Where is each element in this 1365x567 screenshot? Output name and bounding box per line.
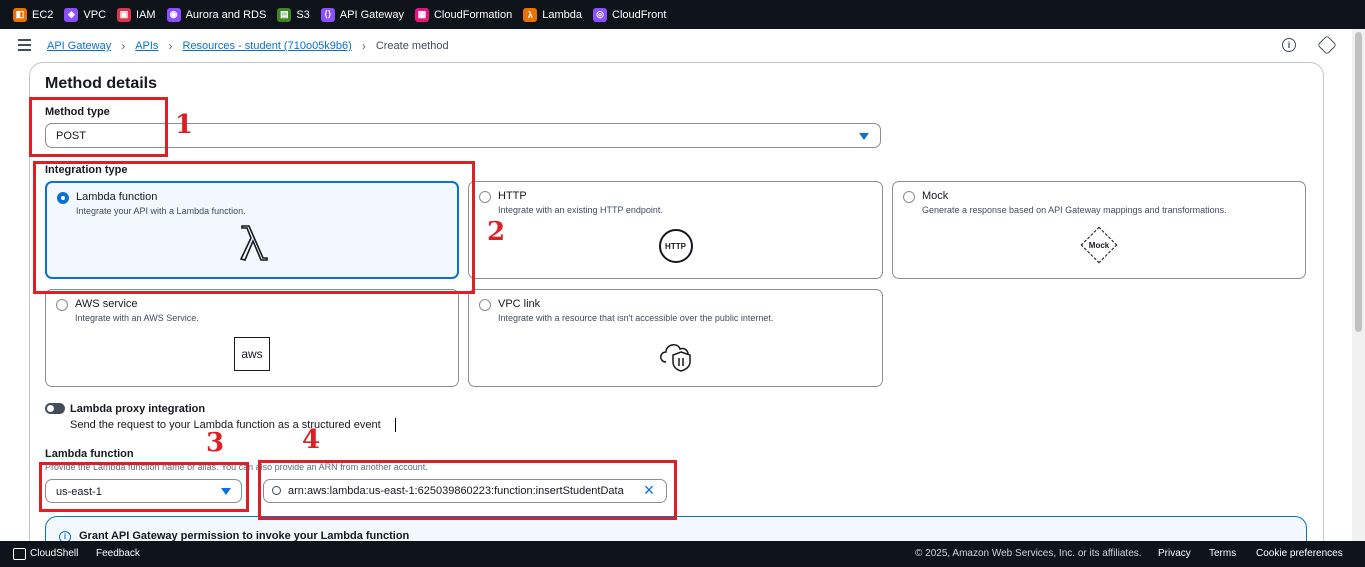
annotation-number-3: 3 [206, 428, 225, 458]
cloudformation-icon: ▦ [414, 7, 429, 22]
privacy-link[interactable]: Privacy [1158, 548, 1191, 559]
breadcrumb-api-gateway[interactable]: API Gateway [47, 40, 111, 52]
tile-aws-service[interactable]: AWS service Integrate with an AWS Servic… [45, 289, 459, 387]
vpc-icon: ◈ [64, 7, 79, 22]
service-cloudfront[interactable]: ◎ CloudFront [593, 7, 666, 22]
annotation-box-2 [33, 161, 475, 294]
tile-vpc-link[interactable]: VPC link Integrate with a resource that … [468, 289, 883, 387]
service-api-gateway[interactable]: ⟨⟩ API Gateway [320, 7, 404, 22]
breadcrumb-apis[interactable]: APIs [135, 40, 158, 52]
aws-icon: aws [234, 337, 270, 371]
annotation-number-2: 2 [487, 217, 506, 247]
radio-http[interactable] [479, 191, 491, 203]
s3-icon: ▤ [277, 7, 292, 22]
service-vpc[interactable]: ◈ VPC [64, 7, 106, 22]
annotation-box-3 [39, 462, 249, 512]
annotation-box-1 [29, 97, 168, 157]
cloudshell-link[interactable]: CloudShell [30, 548, 78, 559]
menu-icon[interactable] [18, 39, 31, 51]
vpc-link-icon [656, 334, 696, 377]
lambda-function-label: Lambda function [45, 448, 134, 460]
breadcrumb-resources[interactable]: Resources - student (710o05k9b6) [182, 40, 351, 52]
annotation-number-4: 4 [302, 425, 321, 455]
feedback-link[interactable]: Feedback [96, 548, 140, 559]
annotation-number-1: 1 [175, 110, 194, 140]
annotation-box-4 [258, 460, 677, 520]
tile-http[interactable]: HTTP Integrate with an existing HTTP end… [468, 181, 883, 279]
breadcrumb-current: Create method [375, 40, 449, 52]
radio-aws-service[interactable] [56, 299, 68, 311]
scrollbar[interactable] [1352, 29, 1365, 541]
copyright-text: © 2025, Amazon Web Services, Inc. or its… [915, 548, 1142, 559]
service-s3[interactable]: ▤ S3 [277, 7, 310, 22]
page-title: Method details [45, 75, 158, 92]
radio-vpc-link[interactable] [479, 299, 491, 311]
breadcrumb-bar: API Gateway › APIs › Resources - student… [0, 29, 1352, 62]
service-rds[interactable]: ◉ Aurora and RDS [166, 7, 266, 22]
iam-icon: ▣ [117, 7, 132, 22]
caret-down-icon [859, 133, 869, 140]
ec2-icon: ◧ [13, 7, 27, 22]
chevron-right-icon: › [361, 39, 366, 53]
method-type-select[interactable]: POST [45, 123, 881, 148]
api-gateway-icon: ⟨⟩ [320, 7, 335, 22]
service-cloudformation[interactable]: ▦ CloudFormation [414, 7, 512, 22]
chevron-right-icon: › [121, 39, 126, 53]
cloudfront-icon: ◎ [593, 7, 608, 22]
lambda-proxy-toggle[interactable] [45, 403, 65, 414]
lambda-proxy-label: Lambda proxy integration [70, 403, 206, 415]
footer: CloudShell Feedback © 2025, Amazon Web S… [0, 541, 1365, 567]
cookie-preferences-link[interactable]: Cookie preferences [1256, 548, 1343, 559]
settings-icon[interactable] [1317, 35, 1337, 55]
terms-link[interactable]: Terms [1209, 548, 1236, 559]
radio-mock[interactable] [903, 191, 915, 203]
service-favorites-bar: ◧ EC2 ◈ VPC ▣ IAM ◉ Aurora and RDS ▤ S3 ⟨⟩ API… [0, 0, 1365, 29]
chevron-right-icon: › [168, 39, 173, 53]
lambda-icon: λ [523, 7, 538, 22]
lambda-proxy-description: Send the request to your Lambda function… [70, 419, 381, 431]
service-iam[interactable]: ▣ IAM [117, 7, 156, 22]
info-icon[interactable]: i [1282, 38, 1296, 52]
cloudshell-icon[interactable] [13, 548, 26, 560]
rds-icon: ◉ [166, 7, 181, 22]
service-ec2[interactable]: ◧ EC2 [13, 7, 53, 22]
text-cursor [395, 418, 396, 432]
service-lambda[interactable]: λ Lambda [523, 7, 582, 22]
breadcrumb: API Gateway › APIs › Resources - student… [47, 39, 449, 53]
tile-mock[interactable]: Mock Generate a response based on API Ga… [892, 181, 1306, 279]
http-icon: HTTP [658, 229, 693, 263]
